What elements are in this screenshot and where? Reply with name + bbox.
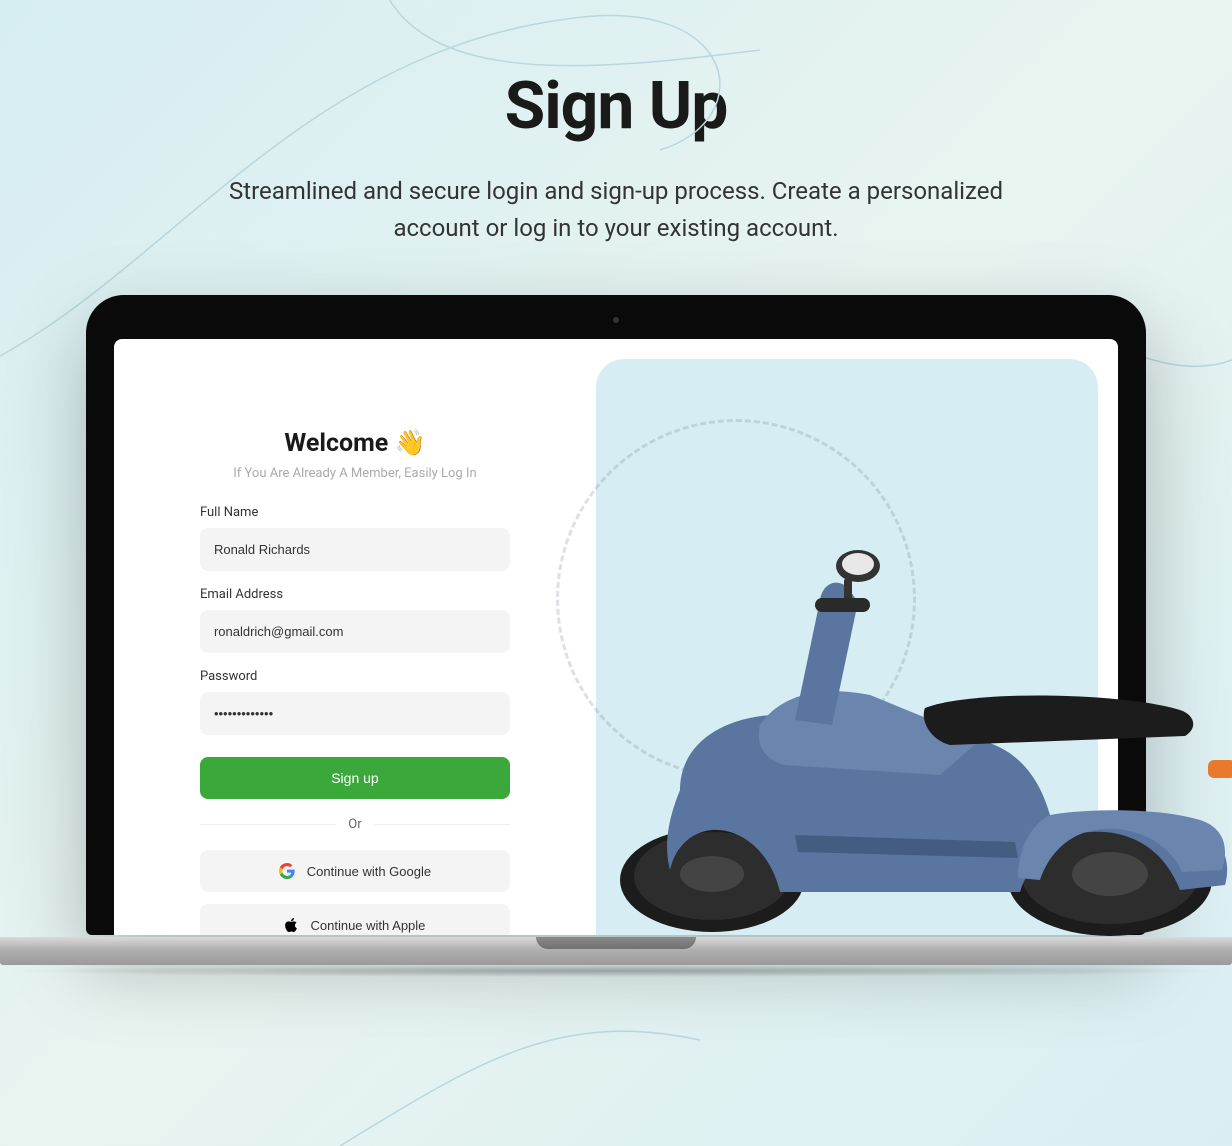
signup-form-panel: Welcome 👋 If You Are Already A Member, E… [114,339,596,935]
full-name-input[interactable] [200,528,510,571]
apple-icon [284,917,298,933]
laptop-mockup: Welcome 👋 If You Are Already A Member, E… [86,295,1146,935]
apple-button-label: Continue with Apple [310,918,425,933]
email-label: Email Address [200,587,510,602]
decorative-circle [556,419,916,779]
welcome-subtext: If You Are Already A Member, Easily Log … [233,466,476,481]
page-title: Sign Up [60,68,1172,145]
password-label: Password [200,669,510,684]
email-input[interactable] [200,610,510,653]
google-icon [279,863,295,879]
page-subtitle: Streamlined and secure login and sign-up… [206,173,1026,247]
laptop-camera [613,317,619,323]
laptop-base [0,937,1232,977]
full-name-label: Full Name [200,505,510,520]
continue-apple-button[interactable]: Continue with Apple [200,904,510,935]
illustration-panel [596,359,1098,935]
divider-line [374,824,510,825]
signup-button[interactable]: Sign up [200,757,510,799]
password-input[interactable] [200,692,510,735]
continue-google-button[interactable]: Continue with Google [200,850,510,892]
google-button-label: Continue with Google [307,864,431,879]
divider-text: Or [348,817,361,832]
welcome-heading: Welcome 👋 [284,429,425,458]
divider-line [200,824,336,825]
